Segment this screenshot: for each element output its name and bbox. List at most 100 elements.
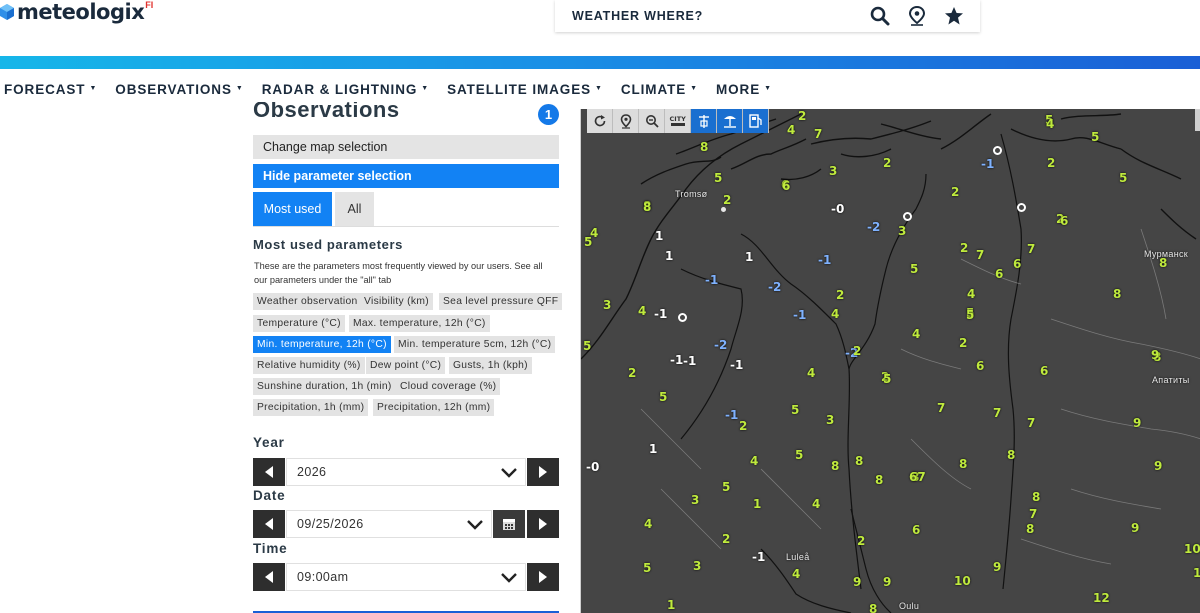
station-value[interactable]: 8 <box>869 603 877 613</box>
station-value[interactable]: 9 <box>993 561 1001 573</box>
station-value[interactable]: 4 <box>812 498 820 510</box>
station-value[interactable]: 1 <box>649 443 657 455</box>
station-value[interactable]: -1 <box>725 409 738 421</box>
station-value[interactable]: 5 <box>714 172 722 184</box>
station-value[interactable]: 4 <box>807 367 815 379</box>
nav-climate[interactable]: CLIMATE ▼ <box>621 82 698 97</box>
station-value[interactable]: -1 <box>752 551 765 563</box>
station-value[interactable]: -0 <box>586 461 599 473</box>
station-value[interactable]: 4 <box>831 308 839 320</box>
station-value[interactable]: 1 <box>745 251 753 263</box>
station-value[interactable]: 3 <box>826 414 834 426</box>
station-value[interactable]: 2 <box>836 289 844 301</box>
parameter-chip[interactable]: Weather observation <box>253 293 362 310</box>
station-value[interactable]: 12 <box>1093 592 1110 604</box>
station-value[interactable]: 5 <box>659 391 667 403</box>
station-value[interactable]: 2 <box>1047 157 1055 169</box>
station-value[interactable]: 8 <box>643 201 651 213</box>
prev-time-button[interactable] <box>253 563 285 591</box>
station-value[interactable]: -0 <box>831 203 844 215</box>
station-value[interactable]: 1 <box>667 599 675 611</box>
station-value[interactable]: 8 <box>1032 491 1040 503</box>
station-value[interactable]: 2 <box>722 533 730 545</box>
station-value[interactable]: 2 <box>853 345 861 357</box>
station-value[interactable]: 9 <box>853 576 861 588</box>
station-value[interactable]: 8 <box>1159 257 1167 269</box>
station-value[interactable]: 2 <box>883 157 891 169</box>
station-value[interactable]: 4 <box>750 455 758 467</box>
parameter-chip[interactable]: Sea level pressure QFF <box>439 293 563 310</box>
refresh-icon[interactable] <box>587 109 613 133</box>
prev-year-button[interactable] <box>253 458 285 486</box>
station-value[interactable]: 4 <box>792 568 800 580</box>
search-icon[interactable] <box>869 5 891 27</box>
station-value[interactable]: -1 <box>793 309 806 321</box>
gas-station-icon[interactable] <box>743 109 769 133</box>
parameter-chip[interactable]: Precipitation, 1h (mm) <box>253 399 369 416</box>
station-value[interactable]: 11 <box>1193 567 1200 579</box>
station-value[interactable]: 5 <box>1119 172 1127 184</box>
station-value[interactable]: 4 <box>912 328 920 340</box>
location-pin-icon[interactable] <box>906 5 928 27</box>
station-value[interactable]: 4 <box>1046 118 1054 130</box>
station-value[interactable]: 9 <box>1131 522 1139 534</box>
station-icon[interactable] <box>691 109 717 133</box>
station-value[interactable]: 6 <box>995 268 1003 280</box>
parameter-chip[interactable]: Min. temperature 5cm, 12h (°C) <box>394 336 556 353</box>
station-value[interactable]: 2 <box>951 186 959 198</box>
station-value[interactable]: 3 <box>829 165 837 177</box>
station-value[interactable]: 8 <box>875 474 883 486</box>
station-value[interactable]: 6 <box>782 180 790 192</box>
station-value[interactable]: 10 <box>954 575 971 587</box>
station-value[interactable]: 3 <box>693 560 701 572</box>
station-value[interactable]: 6 <box>1040 365 1048 377</box>
station-value[interactable]: 8 <box>855 455 863 467</box>
station-value[interactable]: -1 <box>705 274 718 286</box>
station-value[interactable]: 5 <box>910 263 918 275</box>
parameter-chip[interactable]: Cloud coverage (%) <box>396 378 501 395</box>
station-value[interactable]: 8 <box>959 458 967 470</box>
station-value[interactable]: 2 <box>798 110 806 122</box>
nav-more[interactable]: MORE ▼ <box>716 82 772 97</box>
nav-forecast[interactable]: FORECAST ▼ <box>4 82 97 97</box>
station-value[interactable]: 5 <box>791 404 799 416</box>
station-value[interactable]: 5 <box>1091 131 1099 143</box>
station-value[interactable]: 6 <box>912 524 920 536</box>
station-value[interactable]: -1 <box>818 254 831 266</box>
station-value[interactable]: -1 <box>730 359 743 371</box>
station-value[interactable]: 4 <box>590 227 598 239</box>
station-value[interactable]: 5 <box>795 449 803 461</box>
parameter-chip[interactable]: Relative humidity (%) <box>253 357 365 374</box>
map-scrollbar[interactable] <box>1195 109 1200 131</box>
tab-all[interactable]: All <box>335 192 374 226</box>
station-value[interactable]: 7 <box>814 128 822 140</box>
parameter-chip[interactable]: Sunshine duration, 1h (min) <box>253 378 396 395</box>
nav-satellite-images[interactable]: SATELLITE IMAGES ▼ <box>447 82 603 97</box>
beach-icon[interactable] <box>717 109 743 133</box>
station-value[interactable]: 9 <box>1154 460 1162 472</box>
station-value[interactable]: 2 <box>959 337 967 349</box>
station-value[interactable]: 5 <box>966 309 974 321</box>
station-value[interactable]: 9 <box>1133 417 1141 429</box>
station-value[interactable]: 6 <box>1060 215 1068 227</box>
station-value[interactable]: -2 <box>768 281 781 293</box>
station-value[interactable]: 8 <box>1007 449 1015 461</box>
station-value[interactable]: -1 <box>670 354 683 366</box>
station-value[interactable]: -1 <box>981 158 994 170</box>
station-value[interactable]: 1 <box>753 498 761 510</box>
station-value[interactable]: -2 <box>867 221 880 233</box>
station-value[interactable]: 3 <box>603 299 611 311</box>
date-select[interactable]: 09/25/2026 <box>286 510 492 538</box>
station-value[interactable]: 5 <box>722 481 730 493</box>
site-logo[interactable]: meteologix FI <box>0 0 153 24</box>
station-value[interactable]: -1 <box>654 308 667 320</box>
parameter-chip[interactable]: Temperature (°C) <box>253 315 345 332</box>
zoom-out-icon[interactable] <box>639 109 665 133</box>
parameter-chip[interactable]: Gusts, 1h (kph) <box>449 357 532 374</box>
station-value[interactable]: 3 <box>691 494 699 506</box>
next-year-button[interactable] <box>527 458 559 486</box>
station-value[interactable]: 5 <box>883 373 891 385</box>
station-value[interactable]: 3 <box>898 225 906 237</box>
station-value[interactable]: 1 <box>665 250 673 262</box>
station-value[interactable]: 4 <box>787 124 795 136</box>
